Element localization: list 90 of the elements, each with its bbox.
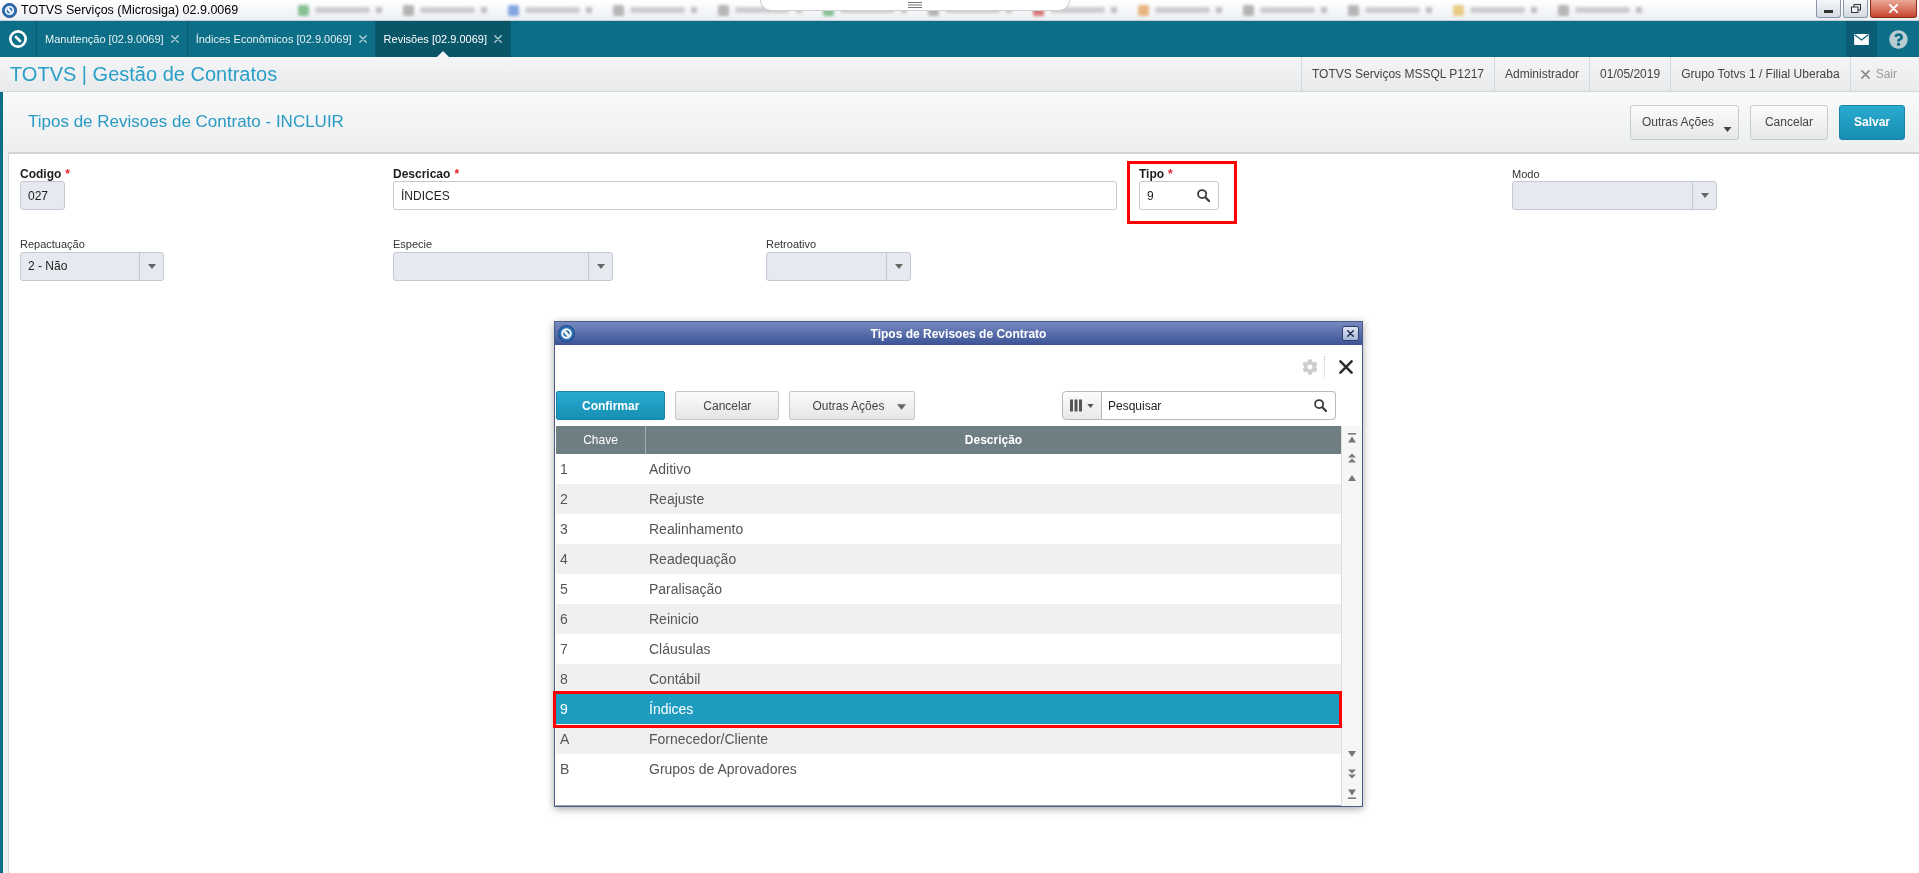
- search-icon[interactable]: [1314, 399, 1327, 412]
- mail-icon: [1854, 33, 1869, 45]
- table-cell-text: A: [559, 729, 571, 749]
- caret-down-icon: [1087, 403, 1094, 408]
- table-cell-text: Aditivo: [648, 459, 692, 479]
- table-cell-text: 4: [559, 549, 569, 569]
- minimize-icon: [1824, 9, 1833, 13]
- header-info-text: TOTVS Serviços MSSQL P1217: [1311, 66, 1485, 83]
- scroll-to-top-icon[interactable]: [1347, 433, 1357, 443]
- caret-down-icon: [897, 404, 907, 410]
- table-cell-text: Cláusulas: [648, 639, 711, 659]
- page-up-icon[interactable]: [1347, 453, 1357, 463]
- caret-down-icon: [147, 263, 156, 269]
- app-tab[interactable]: Revisões [02.9.0069]: [375, 21, 511, 57]
- help-icon[interactable]: [1888, 29, 1908, 49]
- columns-icon: [1070, 399, 1082, 412]
- field-label: Especie: [393, 237, 433, 253]
- app-icon: [558, 325, 575, 342]
- minimize-button[interactable]: [1816, 0, 1841, 18]
- header-info-text: 01/05/2019: [1600, 66, 1661, 83]
- close-icon: [1860, 69, 1870, 79]
- table-row[interactable]: 6 Reinicio: [556, 604, 1341, 634]
- search-field[interactable]: Pesquisar: [1102, 391, 1336, 420]
- column-header[interactable]: Descrição: [646, 426, 1341, 454]
- text-field[interactable]: ÍNDICES: [393, 181, 1117, 210]
- field-label: Descricao: [393, 166, 451, 183]
- field-label: Codigo: [20, 166, 62, 183]
- caret-down-icon: [1700, 193, 1709, 199]
- scroll-up-icon[interactable]: [1347, 473, 1357, 483]
- page-title: Tipos de Revisoes de Contrato - INCLUIR: [28, 111, 344, 134]
- table-cell-text: 8: [559, 669, 569, 689]
- close-icon: [1889, 4, 1898, 13]
- app-title: TOTVS | Gestão de Contratos: [10, 62, 278, 87]
- table-cell-text: 6: [559, 609, 569, 629]
- logo-icon[interactable]: [9, 30, 27, 48]
- close-icon: [1347, 330, 1354, 337]
- table-cell-text: 9: [559, 699, 569, 719]
- table-cell-text: 5: [559, 579, 569, 599]
- close-icon[interactable]: [1339, 360, 1353, 374]
- lookup-field[interactable]: 9: [1139, 181, 1219, 210]
- window-close-button[interactable]: [1870, 0, 1917, 18]
- table-cell-text: Grupos de Aprovadores: [648, 759, 797, 779]
- search-icon[interactable]: [1197, 189, 1210, 202]
- header-info-text: Administrador: [1505, 66, 1580, 83]
- required-mark: *: [65, 166, 70, 183]
- table-cell-text: 2: [559, 489, 569, 509]
- grip-icon[interactable]: [908, 2, 922, 8]
- action-button[interactable]: Cancelar: [675, 391, 780, 420]
- column-picker-button[interactable]: [1062, 391, 1102, 420]
- table-row[interactable]: 4 Readequação: [556, 544, 1341, 574]
- table-cell-text: Contábil: [648, 669, 701, 689]
- scrollbar[interactable]: [1341, 426, 1362, 806]
- table-cell-text: Realinhamento: [648, 519, 744, 539]
- field-label: Modo: [1512, 167, 1540, 182]
- required-mark: *: [1168, 166, 1173, 183]
- table-cell-text: 1: [559, 459, 569, 479]
- action-button[interactable]: Outras Ações: [1629, 104, 1739, 140]
- table-cell-text: Fornecedor/Cliente: [648, 729, 769, 749]
- table-cell-text: Índices: [648, 699, 694, 719]
- field-label: Repactuação: [20, 237, 85, 253]
- caret-down-icon: [1722, 126, 1732, 132]
- table-cell-text: 7: [559, 639, 569, 659]
- dialog-title: Tipos de Revisoes de Contrato: [870, 325, 1047, 343]
- field-label: Tipo: [1139, 166, 1165, 183]
- restore-icon: [1850, 4, 1861, 13]
- table-row[interactable]: A Fornecedor/Cliente: [556, 724, 1341, 754]
- restore-button[interactable]: [1843, 0, 1868, 18]
- table-row[interactable]: 8 Contábil: [556, 664, 1341, 694]
- required-mark: *: [454, 166, 460, 183]
- caret-down-icon: [894, 263, 903, 269]
- table-cell-text: Reinicio: [648, 609, 699, 629]
- table-cell-text: Paralisação: [648, 579, 723, 599]
- mail-button[interactable]: [1846, 21, 1877, 57]
- scroll-down-icon[interactable]: [1347, 749, 1357, 759]
- dialog-close-button[interactable]: [1342, 326, 1359, 341]
- caret-down-icon: [596, 263, 605, 269]
- header-info-text: Grupo Totvs 1 / Filial Uberaba: [1681, 66, 1840, 83]
- field-label: Retroativo: [766, 237, 817, 253]
- app-icon: [2, 2, 17, 18]
- scroll-to-bottom-icon[interactable]: [1347, 789, 1357, 799]
- table-cell-text: Reajuste: [648, 489, 705, 509]
- page-down-icon[interactable]: [1347, 769, 1357, 779]
- action-button[interactable]: Outras Ações: [789, 391, 916, 420]
- table-cell-text: 3: [559, 519, 569, 539]
- table-cell-text: B: [559, 759, 571, 779]
- table-row[interactable]: 2 Reajuste: [556, 484, 1341, 514]
- selected-pointer-icon: [436, 51, 449, 57]
- window-title: TOTVS Serviços (Microsiga) 02.9.0069: [21, 1, 239, 19]
- table-cell-text: Readequação: [648, 549, 737, 569]
- action-button[interactable]: Cancelar: [1749, 104, 1828, 140]
